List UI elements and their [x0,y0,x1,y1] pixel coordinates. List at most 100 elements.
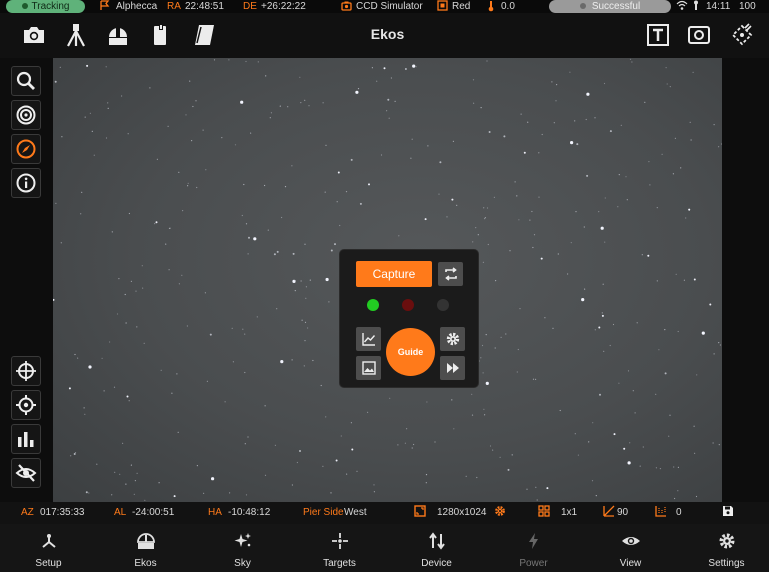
binning-icon [538,502,550,524]
star [677,330,679,333]
observatory-dome-icon[interactable] [105,22,131,48]
star [488,131,491,133]
loop-button[interactable] [438,262,463,286]
zoom-search-button[interactable] [11,66,41,96]
nav-power[interactable]: Power [485,528,582,569]
guide-settings-button[interactable] [440,327,465,351]
star [305,286,307,288]
telescope-mount-icon[interactable] [63,22,89,48]
star [126,395,129,398]
nav-sky[interactable]: Sky [194,528,291,569]
save-icon[interactable] [722,502,734,524]
star [570,141,574,145]
target-button[interactable] [11,100,41,130]
count-value: 0 [676,507,682,518]
star [176,373,178,375]
star [599,393,601,396]
star [299,76,301,78]
star [536,499,538,501]
star [189,80,191,82]
star [452,140,454,142]
focuser-tube-icon[interactable] [147,22,173,48]
star [111,494,113,496]
star [618,382,620,384]
star [713,353,715,355]
star [555,100,557,102]
text-overlay-icon[interactable] [645,22,671,48]
star [96,463,98,465]
star [623,447,626,450]
image-button[interactable] [356,356,381,380]
histogram-button[interactable] [11,424,41,454]
star [240,100,244,104]
nav-view[interactable]: View [582,528,679,569]
star [243,183,245,186]
connection-status-pill[interactable]: Successful [549,0,671,13]
star [178,283,180,285]
star [105,137,108,139]
nav-settings[interactable]: Settings [678,528,769,569]
star [232,361,234,363]
capture-button[interactable]: Capture [356,261,432,287]
telescope-info-bar: AZ 017:35:33 AL -24:00:51 HA -10:48:12 P… [0,502,769,524]
view-icon [582,528,679,554]
nav-targets[interactable]: Targets [291,528,388,569]
star [167,125,169,127]
star [626,199,628,201]
star [609,344,611,347]
star [595,495,597,497]
preview-frame-icon[interactable] [686,22,712,48]
star [54,80,57,83]
star [134,480,136,482]
nav-ekos[interactable]: Ekos [97,528,194,569]
fast-forward-button[interactable] [440,356,465,380]
resolution-settings-icon[interactable] [494,502,506,524]
nav-device[interactable]: Device [388,528,485,569]
star [107,102,109,104]
bottom-navigation: Setup Ekos Sky Targets Device Power View… [0,524,769,572]
compass-button[interactable] [11,134,41,164]
right-margin [722,58,769,502]
star [720,143,722,145]
star [574,433,576,435]
center-target-button[interactable] [11,390,41,420]
pier-side-value: West [344,507,367,518]
star [269,117,271,119]
star [398,235,400,237]
al-value: -24:00:51 [132,507,175,518]
crosshair-button[interactable] [11,356,41,386]
star [128,212,130,215]
star [221,137,223,139]
guide-button[interactable]: Guide [386,328,435,376]
sky-image-view[interactable]: Capture Guide [53,58,722,502]
star [669,414,671,416]
star [245,494,248,496]
info-button[interactable] [11,168,41,198]
star [410,157,412,159]
graph-button[interactable] [356,327,381,351]
star [116,313,119,315]
autofocus-icon[interactable] [729,22,755,48]
star [636,322,638,324]
star [168,227,171,229]
hide-overlay-button[interactable] [11,458,41,488]
star [105,66,107,68]
star [291,359,293,361]
star [308,105,310,107]
star [600,226,604,230]
star [274,444,276,446]
star [639,465,641,467]
tracking-status-pill[interactable]: Tracking [6,0,85,13]
star [535,378,537,380]
camera-capture-icon[interactable] [21,22,47,48]
star [154,223,156,225]
star [411,447,413,449]
star [371,67,373,69]
nav-setup[interactable]: Setup [0,528,97,569]
binning-value: 1x1 [561,507,578,518]
star [336,201,338,203]
flat-panel-icon[interactable] [191,22,217,48]
star [719,344,722,346]
star [244,333,246,335]
star [438,193,440,195]
